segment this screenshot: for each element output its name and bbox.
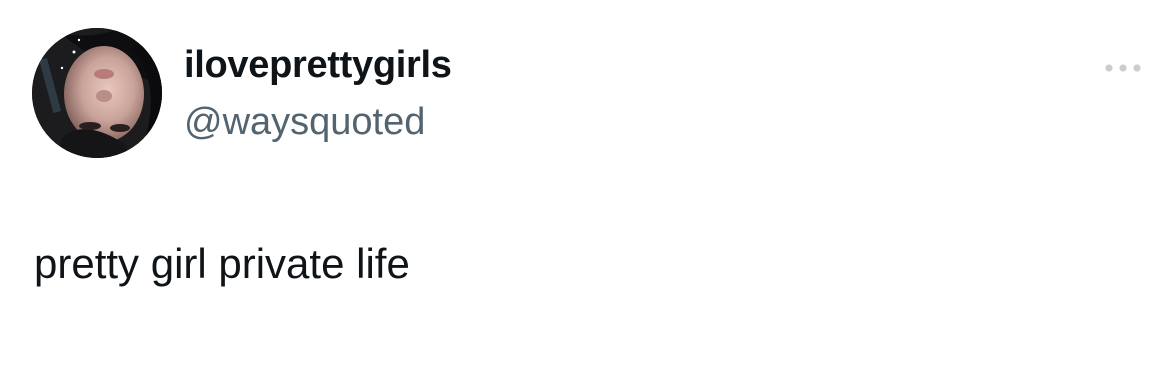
more-options-icon[interactable] xyxy=(1103,58,1143,78)
author-handle[interactable]: @waysquoted xyxy=(184,101,425,144)
author-display-name[interactable]: iloveprettygirls xyxy=(184,44,452,87)
tweet-text: pretty girl private life xyxy=(34,240,410,287)
avatar-image xyxy=(32,28,162,158)
avatar[interactable] xyxy=(32,28,162,158)
tweet-card: iloveprettygirls @waysquoted pretty girl… xyxy=(0,0,1170,389)
